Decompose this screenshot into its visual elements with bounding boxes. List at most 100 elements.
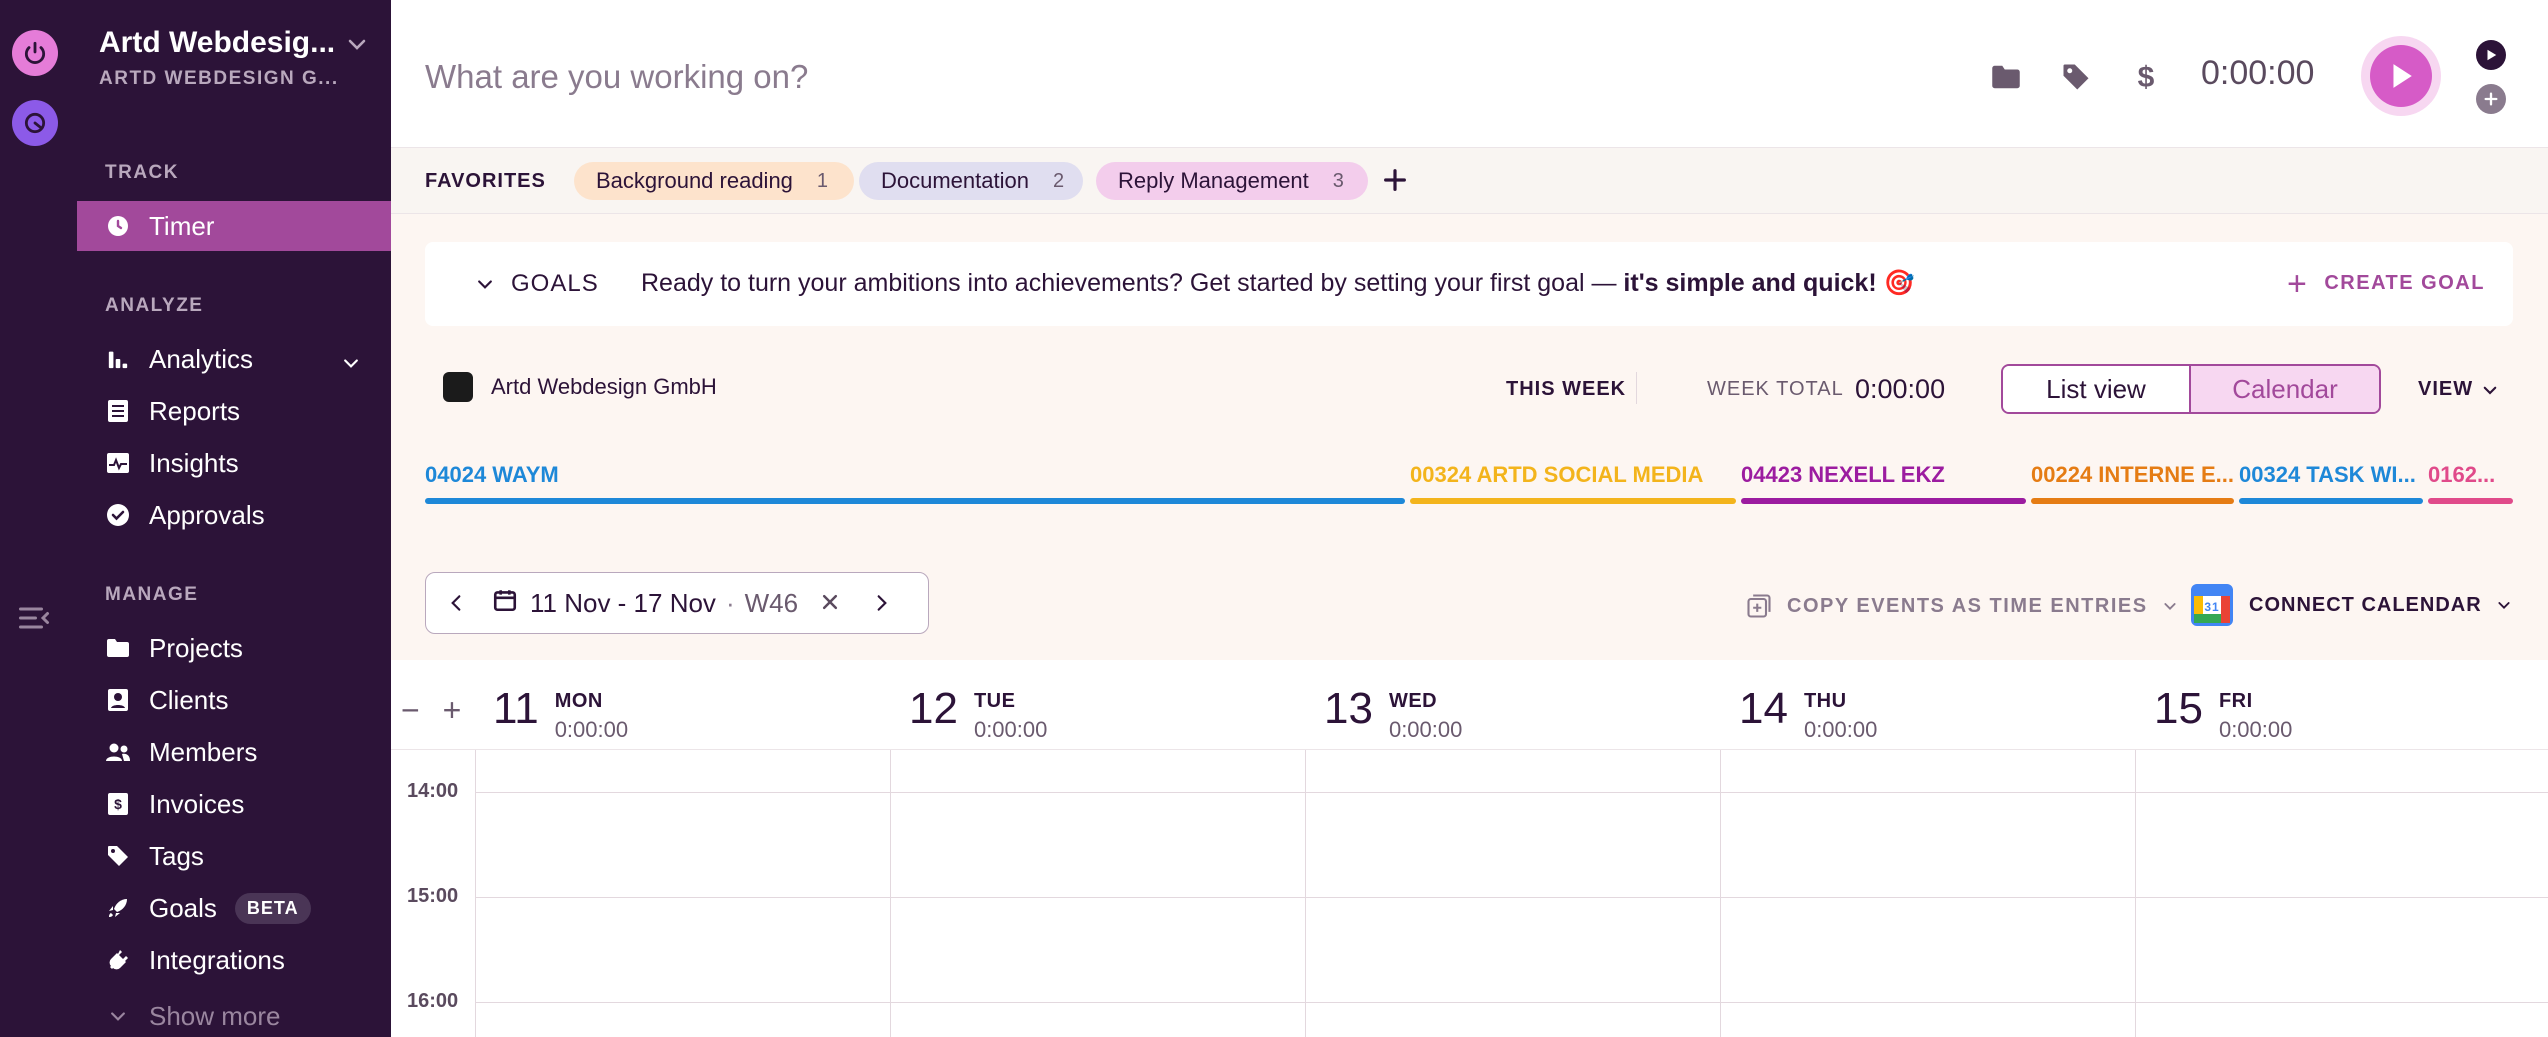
favorite-chip[interactable]: Background reading 1 xyxy=(574,162,854,200)
zoom-in-button[interactable]: + xyxy=(443,692,462,728)
week-total-value: 0:00:00 xyxy=(1855,374,1946,404)
tag-icon[interactable] xyxy=(2059,60,2093,94)
sidebar-item-analytics[interactable]: Analytics xyxy=(77,334,391,384)
day-header[interactable]: 11 MON 0:00:00 xyxy=(493,684,628,743)
project-bar xyxy=(1741,498,2026,504)
day-header[interactable]: 14 THU 0:00:00 xyxy=(1739,684,1877,743)
day-column-line xyxy=(475,750,476,1037)
section-analyze: ANALYZE xyxy=(105,295,204,316)
calendar-grid: − + 11 MON 0:00:00 12 TUE 0:00:00 13 WED 0:… xyxy=(391,660,2548,1037)
workspace-chevron-down-icon[interactable] xyxy=(345,32,369,56)
power-icon[interactable] xyxy=(12,30,58,76)
sidebar-item-label: Approvals xyxy=(149,499,265,530)
chevron-down-icon xyxy=(105,1003,131,1029)
day-name: THU xyxy=(1803,690,1847,712)
day-header[interactable]: 13 WED 0:00:00 xyxy=(1324,684,1462,743)
hour-line xyxy=(475,1002,2548,1003)
view-options-button[interactable]: VIEW xyxy=(2418,378,2499,401)
sidebar-item-projects[interactable]: Projects xyxy=(77,623,391,673)
sidebar-item-reports[interactable]: Reports xyxy=(77,386,391,436)
goals-label: GOALS xyxy=(511,270,599,297)
day-header[interactable]: 12 TUE 0:00:00 xyxy=(909,684,1047,743)
plug-icon xyxy=(105,947,131,973)
manual-mode-icon[interactable] xyxy=(2476,84,2506,114)
day-number: 11 xyxy=(493,684,539,733)
sidebar-item-label: Invoices xyxy=(149,788,245,819)
period-selector[interactable]: THIS WEEK xyxy=(1506,378,1626,401)
separator-dot: · xyxy=(725,587,735,618)
day-name: TUE xyxy=(973,690,1016,712)
check-circle-icon xyxy=(105,502,131,528)
project-bar xyxy=(1410,498,1736,504)
sidebar-item-invoices[interactable]: $ Invoices xyxy=(77,779,391,829)
sidebar-show-more[interactable]: Show more xyxy=(77,991,391,1037)
sidebar-item-label: Tags xyxy=(149,840,204,871)
connect-calendar-button[interactable]: 31 CONNECT CALENDAR xyxy=(2191,584,2512,626)
week-total-label: WEEK TOTAL xyxy=(1707,378,1844,400)
description-input[interactable]: What are you working on? xyxy=(425,58,808,96)
chevron-left-icon[interactable] xyxy=(436,593,476,613)
day-name: MON xyxy=(554,690,603,712)
divider xyxy=(1636,372,1637,404)
list-view-button[interactable]: List view xyxy=(2003,366,2191,412)
start-timer-button[interactable] xyxy=(2361,36,2441,116)
chevron-right-icon[interactable] xyxy=(862,593,902,613)
sidebar-item-clients[interactable]: Clients xyxy=(77,675,391,725)
sidebar-item-goals[interactable]: Goals BETA xyxy=(77,883,391,933)
day-number: 14 xyxy=(1739,684,1788,733)
chevron-down-icon[interactable] xyxy=(341,349,361,369)
favorite-count: 1 xyxy=(816,169,829,192)
goals-banner: GOALS Ready to turn your ambitions into … xyxy=(425,242,2513,326)
play-icon xyxy=(2370,45,2432,107)
week-number: W46 xyxy=(744,587,799,618)
day-total: 0:00:00 xyxy=(554,717,629,742)
main-content: What are you working on? $ 0:00:00 FAVOR… xyxy=(391,0,2548,1037)
timer-bar: What are you working on? $ 0:00:00 xyxy=(391,0,2548,148)
timer-mode-icon[interactable] xyxy=(2476,40,2506,70)
calendar-header: − + 11 MON 0:00:00 12 TUE 0:00:00 13 WED 0:… xyxy=(391,660,2548,750)
sidebar-item-tags[interactable]: Tags xyxy=(77,831,391,881)
day-column-line xyxy=(1720,750,1721,1037)
favorite-label: Reply Management xyxy=(1118,168,1309,193)
sidebar-item-integrations[interactable]: Integrations xyxy=(77,935,391,985)
date-range-label[interactable]: 11 Nov - 17 Nov xyxy=(530,588,716,619)
project-label: 04024 WAYM xyxy=(425,462,559,487)
favorite-label: Background reading xyxy=(596,168,793,193)
chevron-down-icon[interactable] xyxy=(475,274,495,294)
project-bar xyxy=(425,498,1405,504)
sidebar-item-label: Goals xyxy=(149,892,217,923)
google-calendar-icon: 31 xyxy=(2191,584,2233,626)
goals-message-text: Ready to turn your ambitions into achiev… xyxy=(641,269,1624,297)
sidebar-item-approvals[interactable]: Approvals xyxy=(77,490,391,540)
create-goal-button[interactable]: + CREATE GOAL xyxy=(2287,267,2485,301)
project-folder-icon[interactable] xyxy=(1989,60,2023,94)
add-favorite-icon[interactable] xyxy=(1379,164,1411,196)
collapse-sidebar-icon[interactable] xyxy=(16,600,52,636)
billable-dollar-icon[interactable]: $ xyxy=(2129,60,2163,94)
workspace-summary-name: Artd Webdesign GmbH xyxy=(491,374,717,399)
sidebar-item-label: Members xyxy=(149,736,258,767)
favorite-chip[interactable]: Reply Management 3 xyxy=(1096,162,1368,200)
calendar-icon[interactable] xyxy=(492,587,518,620)
project-bar xyxy=(2031,498,2234,504)
sidebar-item-insights[interactable]: Insights xyxy=(77,438,391,488)
clear-icon[interactable] xyxy=(820,588,840,619)
sidebar-item-timer[interactable]: Timer xyxy=(77,201,391,251)
favorite-count: 2 xyxy=(1052,169,1065,192)
zoom-out-button[interactable]: − xyxy=(401,692,420,728)
goals-message: Ready to turn your ambitions into achiev… xyxy=(641,269,1915,298)
workspace-name[interactable]: Artd Webdesig... xyxy=(99,26,335,60)
favorite-chip[interactable]: Documentation 2 xyxy=(859,162,1083,200)
hour-label: 14:00 xyxy=(407,780,459,802)
sidebar-item-label: Insights xyxy=(149,447,239,478)
track-app-icon[interactable] xyxy=(12,100,58,146)
day-name: WED xyxy=(1388,690,1438,712)
clock-icon xyxy=(105,213,131,239)
copy-events-button[interactable]: COPY EVENTS AS TIME ENTRIES xyxy=(1745,592,2192,620)
day-header[interactable]: 15 FRI 0:00:00 xyxy=(2154,684,2292,743)
sidebar-item-members[interactable]: Members xyxy=(77,727,391,777)
favorite-count: 3 xyxy=(1332,169,1344,192)
favorites-label: FAVORITES xyxy=(425,170,546,192)
calendar-view-button[interactable]: Calendar xyxy=(2191,366,2379,412)
project-bar xyxy=(2239,498,2423,504)
